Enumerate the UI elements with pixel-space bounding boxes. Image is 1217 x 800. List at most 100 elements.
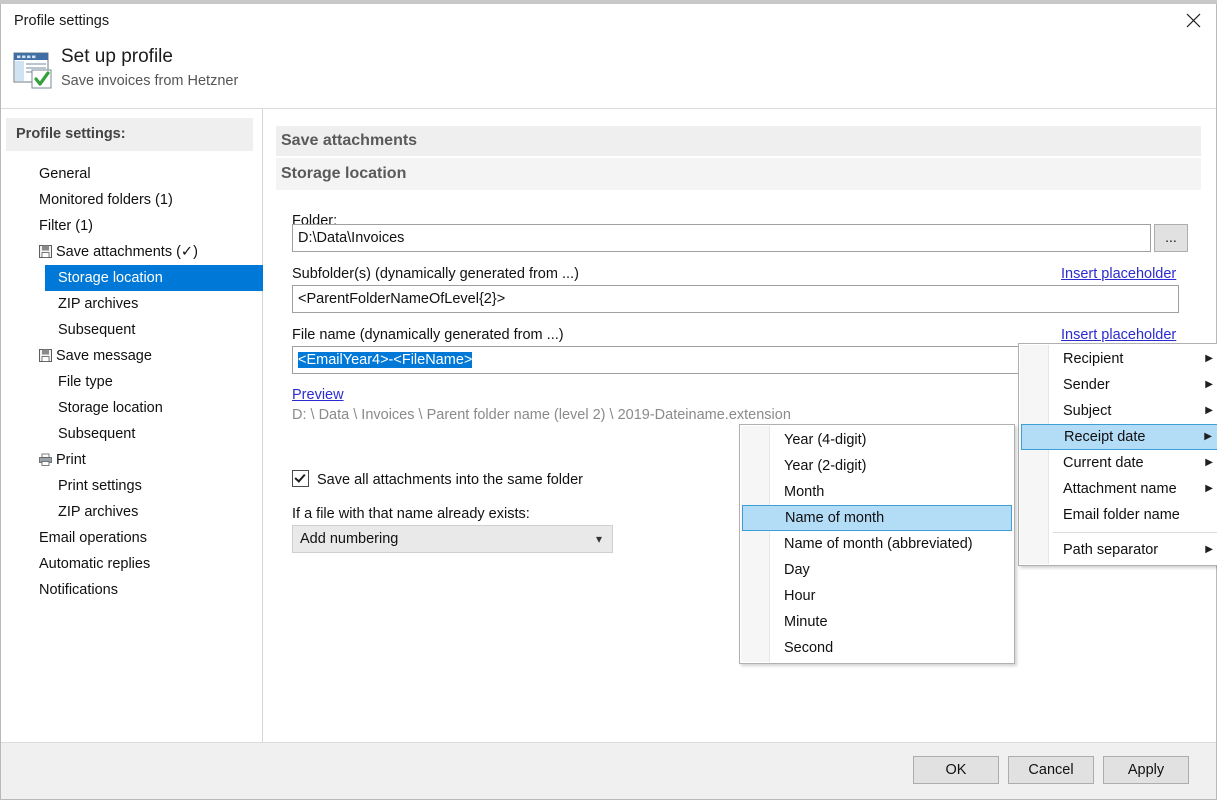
submenu-item-minute[interactable]: Minute [742,609,1012,635]
sidebar-item-label: Subsequent [58,421,135,447]
header-title: Set up profile [61,46,173,68]
settings-tree: General Monitored folders (1) Filter (1)… [1,161,262,603]
sidebar-item-automatic-replies[interactable]: Automatic replies [1,551,262,577]
close-icon [1186,13,1201,28]
sidebar-heading: Profile settings: [6,118,253,151]
menu-item-label: Email folder name [1063,507,1180,523]
menu-item-label: Path separator [1063,542,1158,558]
menu-item-label: Receipt date [1064,429,1145,445]
menu-item-attachment-name[interactable]: Attachment name ▶ [1021,476,1217,502]
sidebar-item-label: File type [58,369,113,395]
menu-item-path-separator[interactable]: Path separator ▶ [1021,537,1217,563]
menu-item-label: Year (4-digit) [784,432,866,448]
sidebar-item-print-settings[interactable]: Print settings [1,473,262,499]
profile-icon [13,50,55,90]
subfolder-insert-placeholder-link[interactable]: Insert placeholder [1061,266,1176,282]
menu-item-sender[interactable]: Sender ▶ [1021,372,1217,398]
ok-button[interactable]: OK [913,756,999,784]
filename-insert-placeholder-link[interactable]: Insert placeholder [1061,327,1176,343]
menu-item-recipient[interactable]: Recipient ▶ [1021,346,1217,372]
sidebar-item-filter[interactable]: Filter (1) [1,213,262,239]
sidebar-item-notifications[interactable]: Notifications [1,577,262,603]
sidebar-item-print-zip-archives[interactable]: ZIP archives [1,499,262,525]
submenu-item-name-of-month-abbreviated[interactable]: Name of month (abbreviated) [742,531,1012,557]
submenu-item-second[interactable]: Second [742,635,1012,661]
filename-label: File name (dynamically generated from ..… [292,327,564,343]
sidebar-item-label: Subsequent [58,317,135,343]
folder-input[interactable]: D:\Data\Invoices [292,224,1151,252]
folder-browse-button[interactable]: ... [1154,224,1188,252]
submenu-item-day[interactable]: Day [742,557,1012,583]
chevron-right-icon: ▶ [1204,425,1212,449]
menu-item-label: Recipient [1063,351,1123,367]
insert-placeholder-menu: Recipient ▶ Sender ▶ Subject ▶ Receipt d… [1018,343,1217,566]
sidebar-item-label: Monitored folders (1) [39,187,173,213]
sidebar-item-monitored-folders[interactable]: Monitored folders (1) [1,187,262,213]
submenu-item-year-2-digit[interactable]: Year (2-digit) [742,453,1012,479]
sidebar-item-label: ZIP archives [58,499,138,525]
checkbox-icon [292,470,309,487]
title-bar: Profile settings [1,4,1216,40]
menu-item-label: Name of month (abbreviated) [784,536,973,552]
window-title: Profile settings [14,13,109,29]
dialog-footer: OK Cancel Apply [1,742,1216,799]
printer-icon [39,453,52,466]
close-button[interactable] [1170,4,1216,36]
submenu-item-month[interactable]: Month [742,479,1012,505]
sidebar-item-print[interactable]: Print [1,447,262,473]
sidebar-item-email-operations[interactable]: Email operations [1,525,262,551]
sidebar-item-zip-archives[interactable]: ZIP archives [1,291,262,317]
sidebar-item-label: Storage location [58,265,163,291]
subsection-title: Storage location [276,158,1201,190]
cancel-button[interactable]: Cancel [1008,756,1094,784]
submenu-item-hour[interactable]: Hour [742,583,1012,609]
save-icon [39,245,52,258]
sidebar-item-label: ZIP archives [58,291,138,317]
menu-item-label: Month [784,484,824,500]
menu-item-label: Second [784,640,833,656]
preview-path: D: \ Data \ Invoices \ Parent folder nam… [292,407,791,423]
sidebar-item-file-type[interactable]: File type [1,369,262,395]
menu-item-label: Hour [784,588,815,604]
sidebar-item-storage-location[interactable]: Storage location [45,265,265,291]
subfolder-input[interactable]: <ParentFolderNameOfLevel{2}> [292,285,1179,313]
save-all-attachments-checkbox[interactable]: Save all attachments into the same folde… [292,470,583,488]
menu-separator [1053,532,1217,533]
sidebar-item-label: Print [56,447,86,473]
sidebar-item-label: Email operations [39,525,147,551]
sidebar-item-label: Print settings [58,473,142,499]
sidebar-item-save-attachments[interactable]: Save attachments (✓) [1,239,262,265]
preview-link[interactable]: Preview [292,387,344,403]
sidebar: Profile settings: General Monitored fold… [1,109,263,744]
sidebar-item-subsequent[interactable]: Subsequent [1,317,262,343]
sidebar-item-message-storage-location[interactable]: Storage location [1,395,262,421]
sidebar-item-label: Save message [56,343,152,369]
apply-button[interactable]: Apply [1103,756,1189,784]
sidebar-item-general[interactable]: General [1,161,262,187]
sidebar-item-message-subsequent[interactable]: Subsequent [1,421,262,447]
menu-item-email-folder-name[interactable]: Email folder name [1021,502,1217,528]
menu-item-label: Day [784,562,810,578]
menu-item-current-date[interactable]: Current date ▶ [1021,450,1217,476]
menu-item-label: Attachment name [1063,481,1177,497]
file-exists-dropdown[interactable]: Add numbering ▾ [292,525,613,553]
section-title: Save attachments [276,126,1201,156]
filename-selected-text: <EmailYear4>-<FileName> [298,352,472,368]
sidebar-item-label: Save attachments (✓) [56,239,198,265]
menu-item-subject[interactable]: Subject ▶ [1021,398,1217,424]
menu-item-receipt-date[interactable]: Receipt date ▶ [1021,424,1217,450]
receipt-date-submenu: Year (4-digit) Year (2-digit) Month Name… [739,424,1015,664]
submenu-item-name-of-month[interactable]: Name of month [742,505,1012,531]
sidebar-item-label: Notifications [39,577,118,603]
sidebar-item-label: Automatic replies [39,551,150,577]
sidebar-item-label: Filter (1) [39,213,93,239]
menu-item-label: Name of month [785,510,884,526]
sidebar-item-save-message[interactable]: Save message [1,343,262,369]
chevron-right-icon: ▶ [1205,398,1213,424]
dialog-header: Set up profile Save invoices from Hetzne… [1,40,1216,109]
file-exists-label: If a file with that name already exists: [292,506,530,522]
submenu-item-year-4-digit[interactable]: Year (4-digit) [742,427,1012,453]
menu-item-label: Minute [784,614,828,630]
chevron-right-icon: ▶ [1205,537,1213,563]
chevron-right-icon: ▶ [1205,346,1213,372]
